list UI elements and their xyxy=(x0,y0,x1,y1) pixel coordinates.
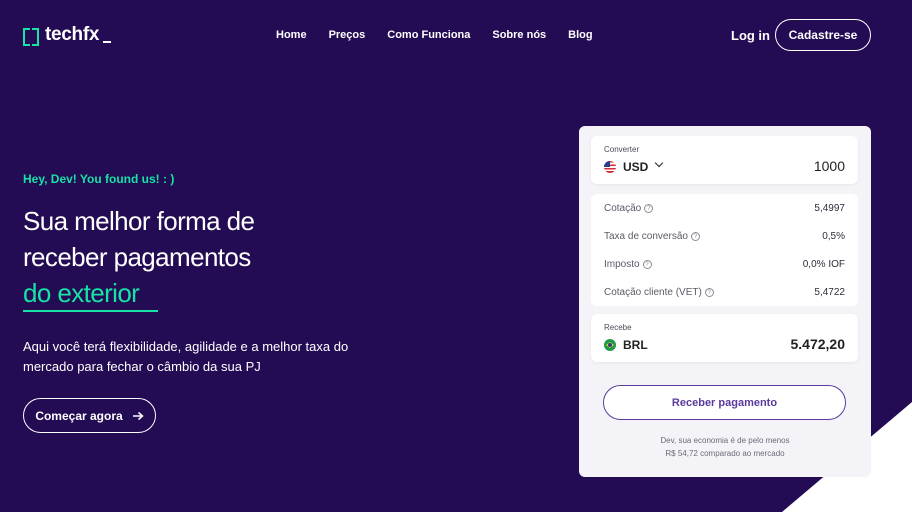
rate-label: Cotação xyxy=(604,202,642,214)
logo[interactable]: techfx xyxy=(23,24,112,46)
fee-label: Taxa de conversão xyxy=(604,230,688,242)
info-icon[interactable]: ? xyxy=(644,204,654,213)
tax-value: 0,0% IOF xyxy=(802,258,845,270)
info-icon[interactable]: ? xyxy=(690,232,700,241)
client-rate-label: Cotação cliente (VET) xyxy=(604,286,702,298)
arrow-right-icon xyxy=(132,411,144,420)
tax-label: Imposto xyxy=(604,258,640,270)
client-rate-value: 5,4722 xyxy=(814,286,845,298)
fee-row: Taxa de conversão? 0,5% xyxy=(604,229,845,243)
fee-value: 0,5% xyxy=(822,230,845,242)
from-panel: Converter USD 1000 xyxy=(591,136,858,184)
info-icon[interactable]: ? xyxy=(704,288,714,297)
nav-blog[interactable]: Blog xyxy=(568,29,592,41)
hero-eyebrow: Hey, Dev! You found us! : ) xyxy=(23,172,175,186)
nav-about[interactable]: Sobre nós xyxy=(492,29,546,41)
cta-label: Começar agora xyxy=(35,408,123,423)
savings-line1: Dev, sua economia é de pelo menos xyxy=(660,436,790,445)
nav-home[interactable]: Home xyxy=(276,29,307,41)
to-amount: 5.472,20 xyxy=(790,336,846,352)
headline-underline xyxy=(23,310,158,312)
headline-line2: receber pagamentos xyxy=(23,242,251,272)
headline-line1: Sua melhor forma de xyxy=(23,206,255,236)
converter-card: Converter USD 1000 Cotação? 5,4997 Taxa … xyxy=(579,126,871,477)
receive-payment-label: Receber pagamento xyxy=(671,396,778,409)
headline-accent: do exterior xyxy=(23,278,140,308)
rate-value: 5,4997 xyxy=(814,202,845,214)
main-nav: Home Preços Como Funciona Sobre nós Blog xyxy=(276,29,615,41)
rate-row: Cotação? 5,4997 xyxy=(604,201,845,215)
to-label: Recebe xyxy=(604,323,632,332)
to-panel: Recebe BRL 5.472,20 xyxy=(591,314,858,362)
rate-details: Cotação? 5,4997 Taxa de conversão? 0,5% … xyxy=(591,194,858,306)
start-now-button[interactable]: Começar agora xyxy=(23,398,156,433)
us-flag-icon xyxy=(604,161,616,173)
receive-payment-button[interactable]: Receber pagamento xyxy=(603,385,846,420)
signup-button[interactable]: Cadastre-se xyxy=(775,19,871,51)
from-label: Converter xyxy=(604,145,640,154)
login-link[interactable]: Log in xyxy=(731,28,770,43)
chevron-down-icon[interactable] xyxy=(654,158,664,168)
nav-pricing[interactable]: Preços xyxy=(329,29,366,41)
hero-headline: Sua melhor forma de receber pagamentos d… xyxy=(23,203,255,312)
from-currency-select[interactable]: USD xyxy=(623,160,648,174)
from-amount-input[interactable]: 1000 xyxy=(814,158,845,174)
savings-line2: R$ 54,72 comparado ao mercado xyxy=(665,449,785,458)
nav-how-it-works[interactable]: Como Funciona xyxy=(387,29,470,41)
to-currency: BRL xyxy=(623,338,648,352)
client-rate-row: Cotação cliente (VET)? 5,4722 xyxy=(604,285,845,299)
brazil-flag-icon xyxy=(604,339,616,351)
logo-text: techfx xyxy=(45,24,112,46)
tax-row: Imposto? 0,0% IOF xyxy=(604,257,845,271)
logo-icon xyxy=(23,28,39,46)
hero-description: Aqui você terá flexibilidade, agilidade … xyxy=(23,339,349,374)
savings-note: Dev, sua economia é de pelo menos R$ 54,… xyxy=(579,434,871,460)
info-icon[interactable]: ? xyxy=(642,260,652,269)
signup-label: Cadastre-se xyxy=(788,28,858,42)
